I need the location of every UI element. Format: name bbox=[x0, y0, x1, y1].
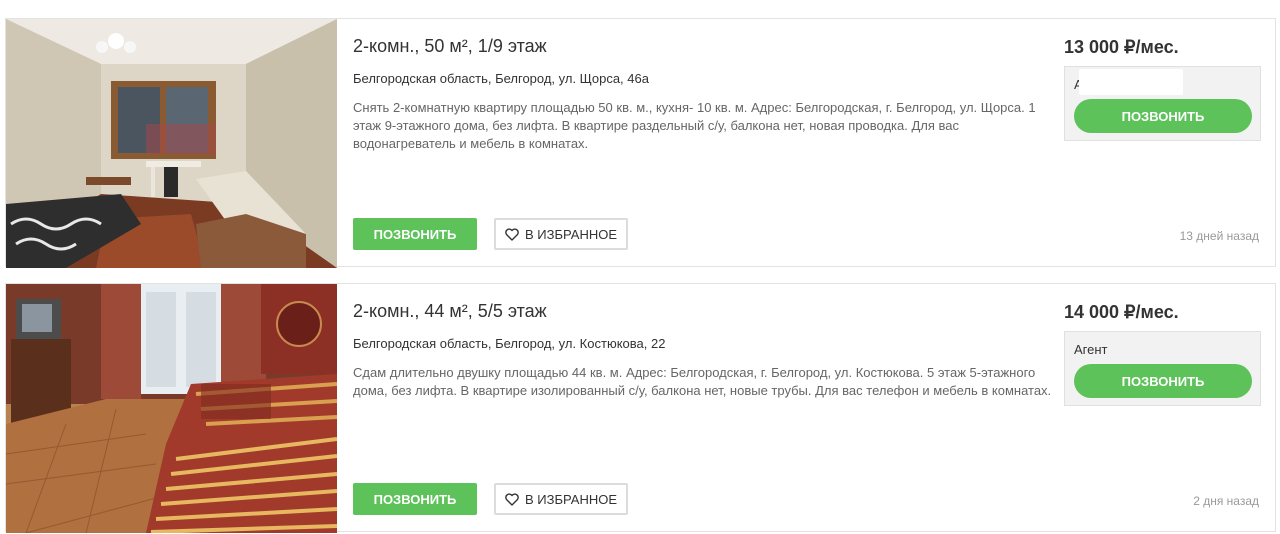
contact-call-button[interactable]: ПОЗВОНИТЬ bbox=[1074, 99, 1252, 133]
listing-photo[interactable] bbox=[6, 19, 337, 268]
listing-info: 2-комн., 44 м², 5/5 этаж Белгородская об… bbox=[353, 284, 1053, 533]
contact-box: А ПОЗВОНИТЬ bbox=[1064, 66, 1261, 141]
contact-name: Агент bbox=[1074, 342, 1108, 357]
listing-description: Сдам длительно двушку площадью 44 кв. м.… bbox=[353, 365, 1052, 398]
posted-date: 2 дня назад bbox=[1193, 494, 1259, 508]
listing-card[interactable]: 2-комн., 44 м², 5/5 этаж Белгородская об… bbox=[5, 283, 1276, 533]
call-button[interactable]: ПОЗВОНИТЬ bbox=[353, 483, 477, 515]
favorites-label: В ИЗБРАННОЕ bbox=[524, 491, 618, 507]
listing-photo[interactable] bbox=[6, 284, 337, 533]
listing-title[interactable]: 2-комн., 44 м², 5/5 этаж bbox=[353, 301, 547, 322]
listing-title[interactable]: 2-комн., 50 м², 1/9 этаж bbox=[353, 36, 547, 57]
call-button[interactable]: ПОЗВОНИТЬ bbox=[353, 218, 477, 250]
listing-price: 14 000 ₽/мес. bbox=[1064, 302, 1179, 322]
contact-box: Агент ПОЗВОНИТЬ bbox=[1064, 331, 1261, 406]
listing-price: 13 000 ₽/мес. bbox=[1064, 37, 1179, 57]
favorites-label: В ИЗБРАННОЕ bbox=[524, 226, 618, 242]
contact-call-button[interactable]: ПОЗВОНИТЬ bbox=[1074, 364, 1252, 398]
add-to-favorites-button[interactable]: В ИЗБРАННОЕ bbox=[494, 218, 628, 250]
heart-icon bbox=[505, 492, 519, 506]
add-to-favorites-button[interactable]: В ИЗБРАННОЕ bbox=[494, 483, 628, 515]
heart-icon bbox=[505, 227, 519, 241]
room-photo-1 bbox=[6, 19, 337, 268]
listing-info: 2-комн., 50 м², 1/9 этаж Белгородская об… bbox=[353, 19, 1053, 268]
listing-address: Белгородская область, Белгород, ул. Кост… bbox=[353, 336, 666, 351]
contact-name-mask bbox=[1079, 69, 1183, 95]
listing-address: Белгородская область, Белгород, ул. Щорс… bbox=[353, 71, 649, 86]
listing-card[interactable]: 2-комн., 50 м², 1/9 этаж Белгородская об… bbox=[5, 18, 1276, 268]
listing-description: Снять 2-комнатную квартиру площадью 50 к… bbox=[353, 100, 1036, 151]
room-photo-2 bbox=[6, 284, 337, 533]
posted-date: 13 дней назад bbox=[1179, 229, 1259, 243]
